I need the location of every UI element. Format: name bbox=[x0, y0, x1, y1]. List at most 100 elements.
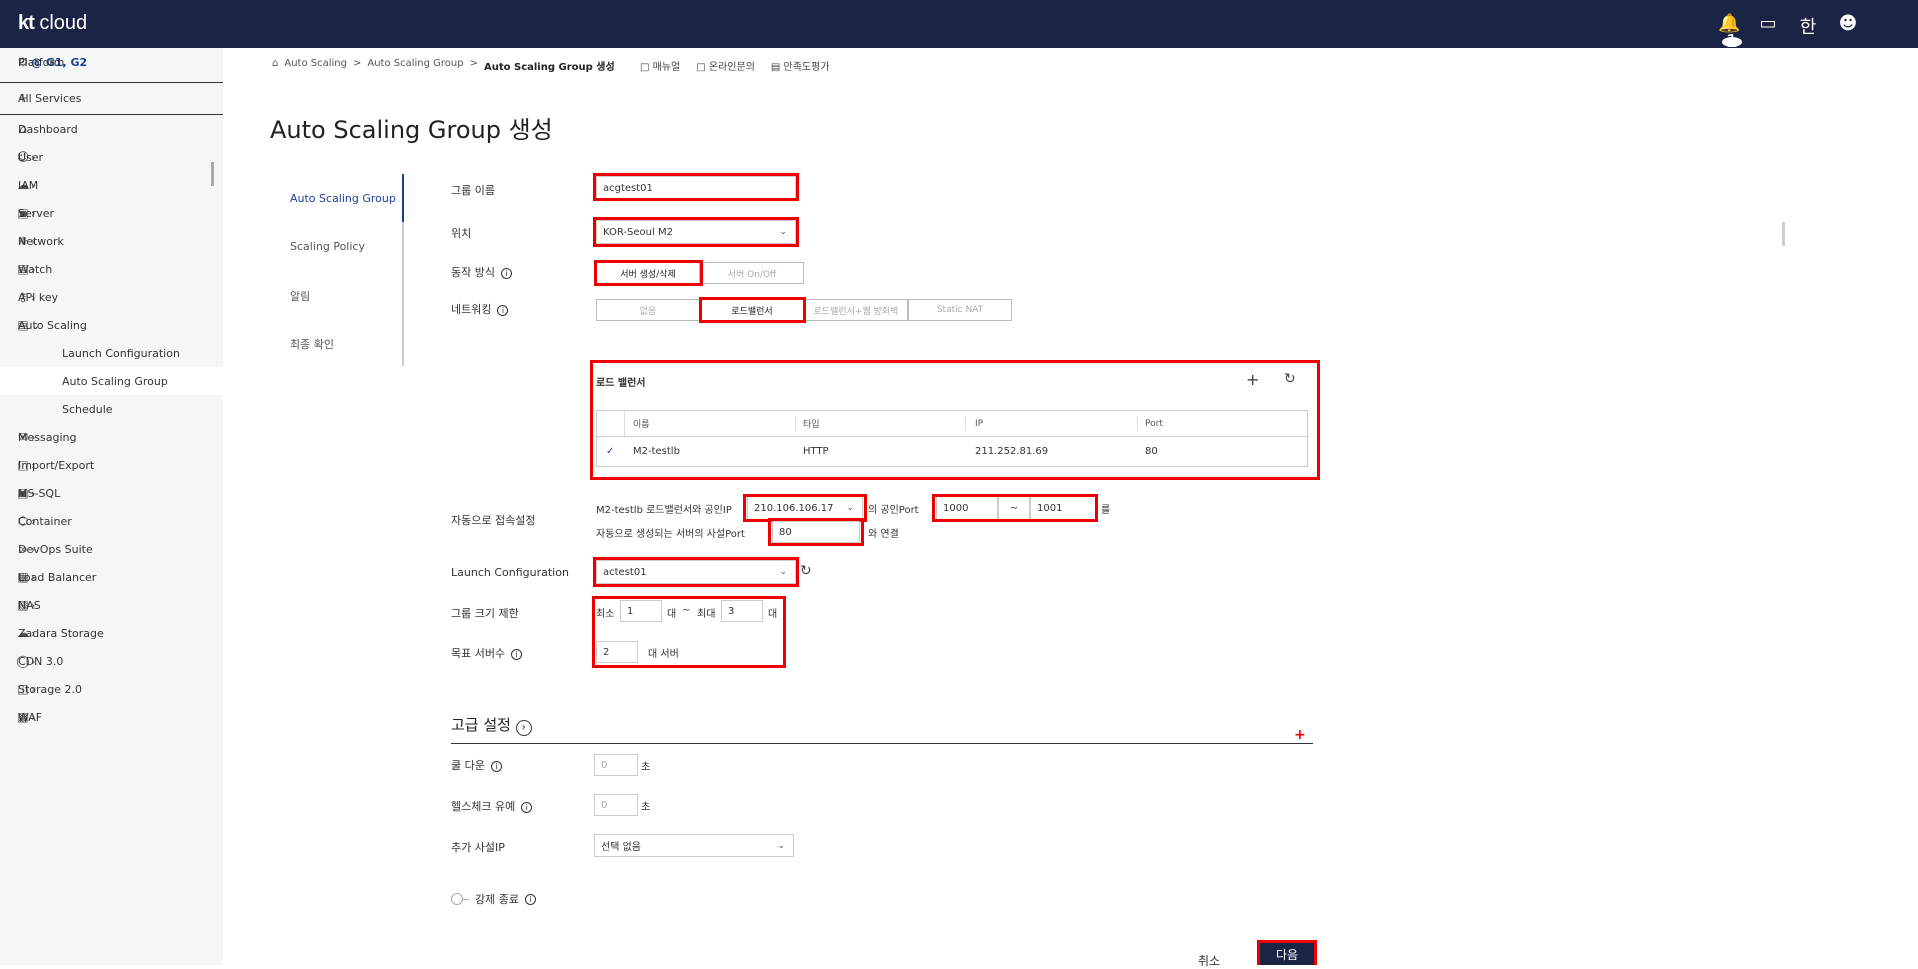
home-small-icon: ⌂ bbox=[272, 58, 279, 69]
breadcrumb-item[interactable]: Auto Scaling bbox=[284, 58, 347, 73]
networking-label: 네트워킹 i bbox=[451, 301, 509, 317]
info-icon[interactable]: i bbox=[524, 893, 536, 905]
highlight-box bbox=[593, 173, 799, 201]
sidebar-item-auto-scaling[interactable]: ▤ Auto Scaling ⌄ bbox=[0, 311, 223, 339]
highlight-box bbox=[1257, 940, 1317, 965]
sidebar-item-cdn[interactable]: ◯ CDN 3.0 › bbox=[0, 647, 223, 675]
sidebar-item-schedule[interactable]: Schedule bbox=[0, 395, 223, 423]
auto-connect-text: M2-testlb 로드밸런서와 공인IP bbox=[596, 505, 732, 516]
sidebar-item-dashboard[interactable]: ⌂ Dashboard bbox=[0, 115, 223, 143]
target-label: 목표 서버수 i bbox=[451, 645, 523, 661]
force-terminate-toggle[interactable]: 강제 종료 i bbox=[451, 891, 536, 907]
info-icon[interactable]: i bbox=[497, 305, 509, 316]
sidebar-item-nas[interactable]: ▧ NAS › bbox=[0, 591, 223, 619]
page-title: Auto Scaling Group 생성 bbox=[270, 116, 553, 144]
card-icon[interactable]: ▭ bbox=[1758, 13, 1778, 55]
chat-icon: □ bbox=[696, 62, 706, 73]
highlight-box bbox=[593, 217, 799, 247]
breadcrumb-sep: > bbox=[352, 58, 362, 69]
sidebar-item-network[interactable]: ✵ Network › bbox=[0, 227, 223, 255]
sidebar-item-messaging[interactable]: ✉ Messaging › bbox=[0, 423, 223, 451]
health-check-input[interactable]: 0 bbox=[594, 794, 638, 816]
auto-connect-text: 와 연결 bbox=[868, 529, 899, 540]
networking-lb-waf[interactable]: 로드밸런서+웹 방화벽 bbox=[804, 299, 908, 321]
sidebar-item-server[interactable]: ▣ Server › bbox=[0, 199, 223, 227]
breadcrumb-item[interactable]: Auto Scaling Group bbox=[367, 58, 463, 73]
tab-auto-scaling-group[interactable]: Auto Scaling Group bbox=[290, 192, 403, 205]
page-scrollbar[interactable] bbox=[1782, 222, 1785, 246]
operation-on-off[interactable]: 서버 On/Off bbox=[700, 262, 804, 284]
divider bbox=[0, 82, 223, 83]
auto-connect-text: 의 공인Port bbox=[868, 505, 919, 516]
sidebar-item-api-key[interactable]: ⚷ API key › bbox=[0, 283, 223, 311]
health-check-label: 헬스체크 유예 i bbox=[451, 798, 533, 814]
survey-icon: ▤ bbox=[770, 62, 781, 73]
cooldown-input[interactable]: 0 bbox=[594, 754, 638, 776]
top-bar: kt cloud 🔔1 ▭ 한 ☻ bbox=[0, 0, 1918, 51]
all-services[interactable]: + All Services bbox=[0, 84, 223, 112]
tab-scaling-policy[interactable]: Scaling Policy bbox=[290, 240, 403, 253]
sidebar: ⚙ Platform @ G1, G2 + All Services ⌂ Dash… bbox=[0, 48, 223, 965]
info-icon[interactable]: i bbox=[490, 761, 502, 772]
sidebar-item-zadara-storage[interactable]: ☁ Zadara Storage › bbox=[0, 619, 223, 647]
networking-none[interactable]: 없음 bbox=[596, 299, 700, 321]
notification-badge: 1 bbox=[1722, 33, 1742, 51]
chevron-down-icon: ⌄ bbox=[777, 840, 785, 851]
auto-connect-text: 자동으로 생성되는 서버의 사설Port bbox=[596, 529, 745, 540]
bell-icon[interactable]: 🔔1 bbox=[1718, 13, 1742, 55]
breadcrumb-current: Auto Scaling Group 생성 bbox=[484, 62, 615, 73]
breadcrumb-sep: > bbox=[469, 58, 479, 69]
toggle-track bbox=[463, 898, 469, 900]
refresh-icon[interactable]: ↻ bbox=[800, 563, 812, 579]
account-icon[interactable]: ☻ bbox=[1838, 13, 1858, 55]
sidebar-item-storage[interactable]: ◫ Storage 2.0 › bbox=[0, 675, 223, 703]
red-plus-icon: + bbox=[1294, 727, 1306, 743]
sidebar-item-auto-scaling-group[interactable]: Auto Scaling Group bbox=[0, 367, 223, 395]
highlight-box bbox=[592, 596, 786, 668]
highlight-box bbox=[768, 518, 864, 546]
info-icon[interactable]: i bbox=[500, 268, 512, 279]
info-icon[interactable]: i bbox=[511, 649, 523, 660]
cancel-button[interactable]: 취소 bbox=[1198, 952, 1220, 969]
operation-label: 동작 방식 i bbox=[451, 264, 512, 280]
info-icon[interactable]: i bbox=[521, 802, 533, 813]
sidebar-item-devops-suite[interactable]: ∞ DevOps Suite › bbox=[0, 535, 223, 563]
language-icon[interactable]: 한 bbox=[1798, 13, 1818, 55]
breadcrumb: ⌂ Auto Scaling > Auto Scaling Group > Au… bbox=[272, 58, 615, 73]
highlight-box bbox=[699, 297, 806, 323]
sidebar-item-load-balancer[interactable]: ▦ Load Balancer › bbox=[0, 563, 223, 591]
sidebar-item-user[interactable]: ☺ User › bbox=[0, 143, 223, 171]
auto-connect-text: 를 bbox=[1101, 505, 1111, 516]
cooldown-label: 쿨 다운 i bbox=[451, 757, 502, 773]
sidebar-item-waf[interactable]: ▩ WAF › bbox=[0, 703, 223, 731]
tab-final-check[interactable]: 최종 확인 bbox=[290, 336, 403, 352]
sidebar-item-ms-sql[interactable]: ▣ MS-SQL › bbox=[0, 479, 223, 507]
sidebar-item-import-export[interactable]: □ Import/Export › bbox=[0, 451, 223, 479]
location-label: 위치 bbox=[451, 227, 472, 240]
cooldown-unit: 초 bbox=[641, 762, 651, 773]
platform-row[interactable]: ⚙ Platform @ G1, G2 bbox=[0, 48, 223, 76]
inquiry-link[interactable]: □ 온라인문의 bbox=[696, 58, 755, 73]
manual-link[interactable]: □ 매뉴얼 bbox=[640, 58, 680, 73]
group-size-label: 그룹 크기 제한 bbox=[451, 607, 519, 620]
sidebar-item-iam[interactable]: ☁ IAM › bbox=[0, 171, 223, 199]
survey-link[interactable]: ▤ 만족도평가 bbox=[771, 58, 830, 73]
auto-connect-label: 자동으로 접속설정 bbox=[451, 514, 536, 527]
tab-alarm[interactable]: 알림 bbox=[290, 288, 403, 304]
sidebar-item-launch-configuration[interactable]: Launch Configuration bbox=[0, 339, 223, 367]
extra-ip-select[interactable]: 선택 없음 ⌄ bbox=[594, 834, 794, 857]
kt-cloud-logo[interactable]: kt cloud bbox=[18, 12, 87, 35]
sidebar-item-watch[interactable]: ▤ Watch › bbox=[0, 255, 223, 283]
force-terminate-label: 강제 종료 bbox=[475, 893, 519, 906]
book-icon: □ bbox=[640, 62, 650, 73]
networking-static-nat[interactable]: Static NAT bbox=[908, 299, 1012, 321]
toggle-knob bbox=[451, 893, 463, 905]
group-name-label: 그룹 이름 bbox=[451, 184, 495, 197]
chevron-right-circle-icon[interactable]: › bbox=[515, 720, 532, 736]
sidebar-item-container[interactable]: ⬡ Container › bbox=[0, 507, 223, 535]
highlight-box bbox=[594, 260, 703, 286]
highlight-box bbox=[593, 557, 799, 587]
highlight-box bbox=[932, 494, 1098, 522]
help-links: □ 매뉴얼 □ 온라인문의 ▤ 만족도평가 bbox=[640, 58, 830, 73]
advanced-title[interactable]: 고급 설정 › bbox=[451, 714, 532, 736]
